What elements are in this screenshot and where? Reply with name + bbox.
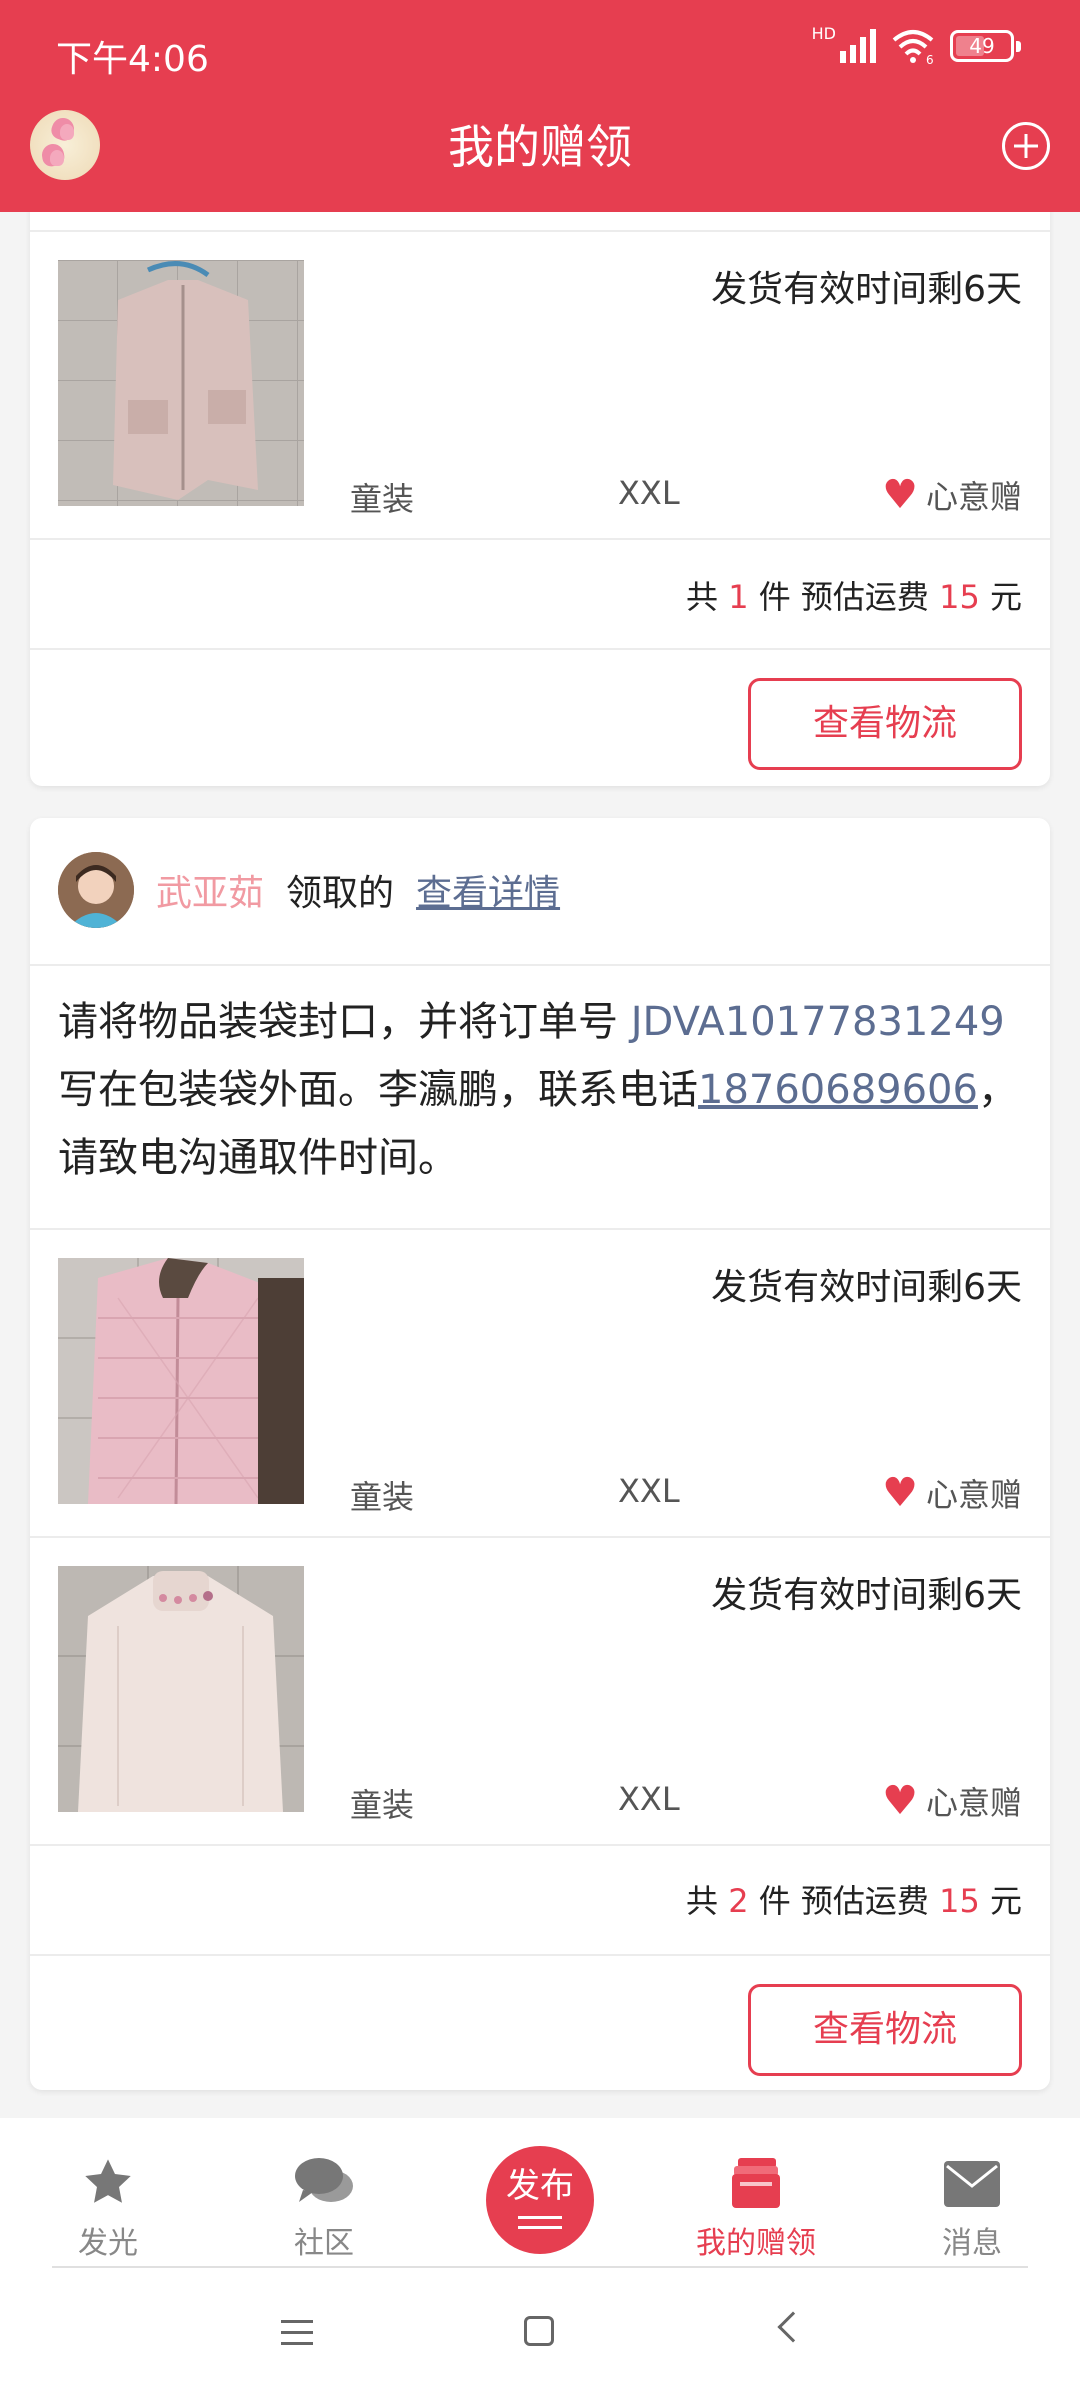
gift-box-icon [732, 2158, 780, 2208]
nav-label: 社区 [294, 2226, 354, 2261]
system-nav [0, 2268, 1080, 2400]
claim-action: 领取的 [286, 873, 395, 914]
item-category: 童装 [350, 480, 415, 518]
nav-label: 发光 [78, 2226, 138, 2261]
item-count: 1 [728, 578, 749, 616]
ship-deadline: 发货有效时间剩6天 [711, 269, 1022, 310]
order-summary: 共 1 件 预估运费 15 元 [686, 578, 1022, 616]
back-icon[interactable] [777, 2311, 809, 2343]
gift-tag-label: 心意赠 [925, 478, 1022, 516]
heart-icon: ♥ [882, 472, 918, 518]
status-time: 下午4:06 [56, 39, 209, 80]
claimer-row: 武亚茹 领取的 查看详情 [58, 852, 560, 928]
claimer-name[interactable]: 武亚茹 [156, 864, 264, 916]
gift-tag: ♥ 心意赠 [882, 1778, 1022, 1824]
item-size: XXL [618, 1780, 680, 1818]
order-number: JDVA10177831249 [630, 999, 1005, 1045]
item-size: XXL [618, 474, 680, 512]
item-photo[interactable] [58, 260, 304, 506]
gift-tag-label: 心意赠 [925, 1476, 1022, 1514]
order-summary: 共 2 件 预估运费 15 元 [686, 1882, 1022, 1920]
sweater-image [58, 1566, 304, 1812]
item-size: XXL [618, 1472, 680, 1510]
svg-text:6: 6 [926, 53, 934, 64]
status-icons: HD 6 49 [811, 24, 1022, 64]
view-details-link[interactable]: 查看详情 [416, 864, 560, 916]
wifi-icon: 6 [892, 30, 934, 64]
gift-tag: ♥ 心意赠 [882, 1470, 1022, 1516]
view-logistics-button[interactable]: 查看物流 [748, 678, 1022, 770]
nav-label: 消息 [942, 2226, 1002, 2261]
top-bar: 下午4:06 HD 6 49 我的赠领 [0, 0, 1080, 212]
page-title: 我的赠领 [448, 120, 632, 174]
item-category: 童装 [350, 1786, 415, 1824]
item-category: 童装 [350, 1478, 415, 1516]
star-icon [85, 2159, 131, 2203]
hd-badge: HD [811, 24, 836, 43]
phone-link[interactable]: 18760689606 [698, 1067, 978, 1113]
list-item[interactable]: 发货有效时间剩6天 童装 XXL ♥ 心意赠 [30, 1230, 1050, 1536]
shipping-fee: 15 [939, 1882, 980, 1920]
bottom-nav: 发光 社区 发布 我的赠领 消息 [0, 2118, 1080, 2268]
ship-deadline: 发货有效时间剩6天 [711, 1267, 1022, 1308]
donation-card: 武亚茹 领取的 查看详情 请将物品装袋封口，并将订单号 JDVA10177831… [30, 818, 1050, 2090]
battery-icon: 49 [950, 30, 1021, 62]
donation-card: 发货有效时间剩6天 童装 XXL ♥ 心意赠 共 1 件 预估运费 15 元 查… [30, 160, 1050, 786]
vest-image [58, 260, 304, 506]
claimer-avatar[interactable] [58, 852, 134, 928]
gift-tag: ♥ 心意赠 [882, 472, 1022, 518]
nav-label: 我的赠领 [696, 2226, 816, 2261]
battery-level: 49 [969, 34, 995, 58]
heart-icon: ♥ [882, 1470, 918, 1516]
home-icon[interactable] [524, 2316, 554, 2346]
view-logistics-button[interactable]: 查看物流 [748, 1984, 1022, 2076]
coat-image [58, 1258, 304, 1504]
publish-label: 发布 [506, 2166, 574, 2206]
packing-instructions: 请将物品装袋封口，并将订单号 JDVA10177831249 写在包装袋外面。李… [58, 999, 1018, 1181]
signal-icon [840, 29, 876, 63]
item-count: 2 [728, 1882, 749, 1920]
publish-button[interactable]: 发布 [486, 2146, 594, 2254]
list-item[interactable]: 发货有效时间剩6天 童装 XXL ♥ 心意赠 [30, 232, 1050, 538]
gift-tag-label: 心意赠 [925, 1784, 1022, 1822]
chat-bubbles-icon [295, 2158, 353, 2202]
menu-icon[interactable] [281, 2320, 313, 2346]
heart-icon: ♥ [882, 1778, 918, 1824]
item-photo[interactable] [58, 1566, 304, 1812]
item-photo[interactable] [58, 1258, 304, 1504]
ship-deadline: 发货有效时间剩6天 [711, 1575, 1022, 1616]
plus-circle-icon[interactable] [1002, 122, 1050, 170]
envelope-icon [944, 2161, 1000, 2207]
shipping-fee: 15 [939, 578, 980, 616]
list-item[interactable]: 发货有效时间剩6天 童装 XXL ♥ 心意赠 [30, 1538, 1050, 1844]
